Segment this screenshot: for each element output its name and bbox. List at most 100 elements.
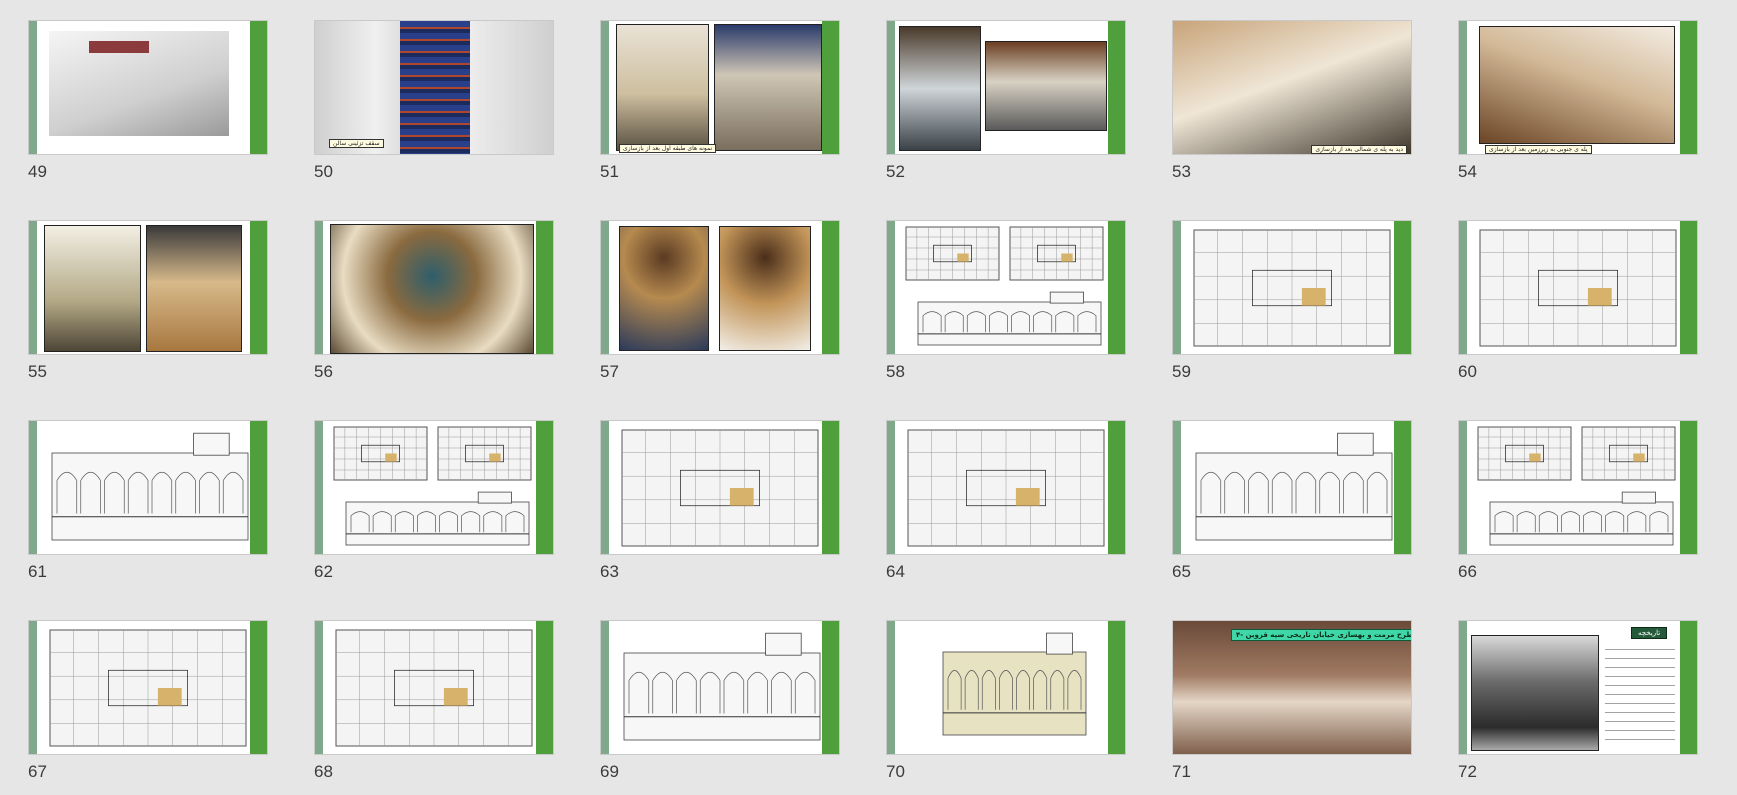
slide-thumbnail[interactable]: پله ی جنوبی به زیرزمین بعد از بازسازی 54 xyxy=(1430,0,1698,181)
slide-thumbnail[interactable]: نمونه های طبقه اول بعد از بازسازی 51 xyxy=(572,0,840,181)
floor-plan xyxy=(907,429,1105,547)
slide-thumbnail[interactable]: 57 xyxy=(572,200,840,381)
slide-left-bar xyxy=(601,621,609,754)
slide-sorter: 49 سقف تزئینی سالن 50 نمونه های طبقه اول بع… xyxy=(0,0,1737,795)
slide-number: 54 xyxy=(1458,162,1477,181)
slide-preview[interactable] xyxy=(886,20,1126,155)
slide-preview[interactable] xyxy=(600,420,840,555)
arch-photo-right xyxy=(719,226,811,351)
floor-plan xyxy=(49,629,247,747)
slide-preview[interactable] xyxy=(1458,220,1698,355)
slide-preview[interactable]: تاریخچه xyxy=(1458,620,1698,755)
slide-left-bar xyxy=(315,421,323,554)
slide-thumbnail[interactable]: 58 xyxy=(858,200,1126,381)
dome-photo xyxy=(330,224,534,354)
slide-left-bar xyxy=(1173,221,1181,354)
roof-detail xyxy=(89,41,149,53)
slide-thumbnail[interactable]: دید به پله ی شمالی بعد از بازسازی 53 xyxy=(1144,0,1412,181)
slide-number: 56 xyxy=(314,362,333,381)
slide-preview[interactable] xyxy=(600,620,840,755)
slide-preview[interactable] xyxy=(886,420,1126,555)
elevation-drawing xyxy=(942,632,1087,736)
slide-left-bar xyxy=(887,621,895,754)
slide-number: 63 xyxy=(600,562,619,581)
slide-preview[interactable] xyxy=(28,620,268,755)
slide-left-bar xyxy=(1173,421,1181,554)
slide-preview[interactable] xyxy=(28,420,268,555)
slide-right-bar xyxy=(1108,621,1125,754)
slide-preview[interactable] xyxy=(600,220,840,355)
photo-right xyxy=(714,24,822,151)
slide-thumbnail[interactable]: 55 xyxy=(0,200,268,381)
slide-number: 71 xyxy=(1172,762,1191,781)
slide-preview[interactable] xyxy=(1458,420,1698,555)
slide-right-bar xyxy=(822,421,839,554)
body-text xyxy=(1605,649,1675,744)
slide-right-bar xyxy=(250,621,267,754)
slide-number: 61 xyxy=(28,562,47,581)
slide-thumbnail[interactable]: 62 xyxy=(286,400,554,581)
slide-thumbnail[interactable]: ۴- طرح مرمت و بهسازی خیابان تاریخی سپه ق… xyxy=(1144,600,1412,781)
slide-preview[interactable] xyxy=(314,620,554,755)
slide-right-bar xyxy=(822,621,839,754)
slide-thumbnail[interactable]: 66 xyxy=(1430,400,1698,581)
slide-number: 59 xyxy=(1172,362,1191,381)
slide-preview[interactable]: دید به پله ی شمالی بعد از بازسازی xyxy=(1172,20,1412,155)
slide-thumbnail[interactable]: 61 xyxy=(0,400,268,581)
slide-thumbnail[interactable]: 68 xyxy=(286,600,554,781)
photo-left xyxy=(899,26,981,151)
slide-thumbnail[interactable]: 60 xyxy=(1430,200,1698,381)
slide-thumbnail[interactable]: 67 xyxy=(0,600,268,781)
slide-thumbnail[interactable]: 65 xyxy=(1144,400,1412,581)
slide-thumbnail[interactable]: 52 xyxy=(858,0,1126,181)
floor-plan xyxy=(1009,226,1104,281)
slide-left-bar xyxy=(29,221,37,354)
slide-preview[interactable] xyxy=(314,220,554,355)
slide-preview[interactable] xyxy=(1172,420,1412,555)
slide-left-bar xyxy=(29,421,37,554)
building-section xyxy=(917,291,1102,346)
floor-plan xyxy=(905,226,1000,281)
slide-number: 67 xyxy=(28,762,47,781)
slide-preview[interactable] xyxy=(314,420,554,555)
slide-thumbnail[interactable]: 64 xyxy=(858,400,1126,581)
slide-thumbnail[interactable]: 59 xyxy=(1144,200,1412,381)
slide-left-bar xyxy=(1459,221,1467,354)
floor-plan xyxy=(1581,426,1676,481)
slide-number: 57 xyxy=(600,362,619,381)
photo-left xyxy=(44,225,141,352)
slide-left-bar xyxy=(1459,621,1467,754)
slide-left-bar xyxy=(887,21,895,154)
slide-preview[interactable]: ۴- طرح مرمت و بهسازی خیابان تاریخی سپه ق… xyxy=(1172,620,1412,755)
slide-thumbnail[interactable]: سقف تزئینی سالن 50 xyxy=(286,0,554,181)
historic-photo xyxy=(1173,621,1411,754)
historic-photo xyxy=(1471,635,1599,751)
slide-thumbnail[interactable]: 56 xyxy=(286,200,554,381)
slide-left-bar xyxy=(601,21,609,154)
slide-number: 51 xyxy=(600,162,619,181)
slide-thumbnail[interactable]: 70 xyxy=(858,600,1126,781)
slide-thumbnail[interactable]: 69 xyxy=(572,600,840,781)
building-section xyxy=(51,432,249,541)
photo-left xyxy=(616,24,709,151)
slide-preview[interactable] xyxy=(886,220,1126,355)
slide-thumbnail[interactable]: 49 xyxy=(0,0,268,181)
slide-preview[interactable] xyxy=(28,220,268,355)
slide-number: 70 xyxy=(886,762,905,781)
floor-plan xyxy=(335,629,533,747)
slide-thumbnail[interactable]: تاریخچه 72 xyxy=(1430,600,1698,781)
slide-preview[interactable] xyxy=(886,620,1126,755)
slide-right-bar xyxy=(1680,421,1697,554)
floor-plan xyxy=(621,429,819,547)
slide-preview[interactable] xyxy=(1172,220,1412,355)
slide-number: 72 xyxy=(1458,762,1477,781)
photo-caption: نمونه های طبقه اول بعد از بازسازی xyxy=(619,144,717,153)
slide-right-bar xyxy=(1108,21,1125,154)
slide-preview[interactable]: نمونه های طبقه اول بعد از بازسازی xyxy=(600,20,840,155)
slide-preview[interactable] xyxy=(28,20,268,155)
slide-preview[interactable]: سقف تزئینی سالن xyxy=(314,20,554,155)
building-section xyxy=(345,491,530,546)
slide-thumbnail[interactable]: 63 xyxy=(572,400,840,581)
slide-left-bar xyxy=(1459,421,1467,554)
slide-preview[interactable]: پله ی جنوبی به زیرزمین بعد از بازسازی xyxy=(1458,20,1698,155)
